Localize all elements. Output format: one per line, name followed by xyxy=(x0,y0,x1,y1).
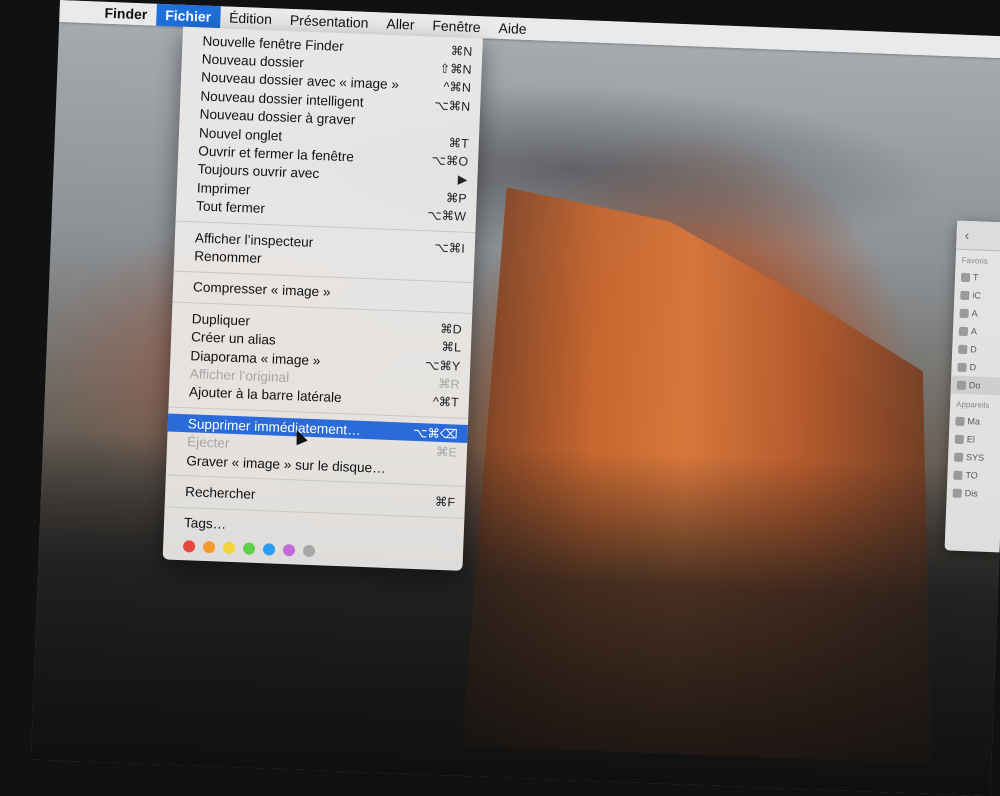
tag-color-dot[interactable] xyxy=(282,543,296,557)
menu-item-label: Dupliquer xyxy=(191,311,251,329)
menu-item-label: Ajouter à la barre latérale xyxy=(188,384,342,406)
tag-color-dot[interactable] xyxy=(302,544,316,558)
sidebar-item-icon xyxy=(960,272,971,282)
finder-toolbar: ‹ xyxy=(956,220,1000,252)
menu-item-shortcut: ⌥⌘⌫ xyxy=(412,425,458,442)
sidebar-item-label: iC xyxy=(972,290,982,301)
menu-app-name[interactable]: Finder xyxy=(95,1,157,25)
menu-item-shortcut: ⌥⌘N xyxy=(434,98,471,114)
menu-fichier[interactable]: Fichier xyxy=(155,3,221,29)
sidebar-item-label: T xyxy=(972,272,979,283)
sidebar-item-label: A xyxy=(971,308,978,319)
tag-color-dot[interactable] xyxy=(262,543,276,556)
sidebar-item-icon xyxy=(958,344,968,354)
sidebar-item-icon xyxy=(956,380,967,390)
sidebar-item[interactable]: Dis xyxy=(946,483,1000,503)
menu-aide[interactable]: Aide xyxy=(489,17,536,41)
menu-item-shortcut: ⌥⌘I xyxy=(434,240,466,256)
sidebar-item[interactable]: SYS xyxy=(948,447,1000,467)
menu-item-shortcut: ⌘E xyxy=(435,444,458,460)
menu-item-label: Imprimer xyxy=(196,180,251,198)
menu-item-label: Nouvel onglet xyxy=(198,125,283,144)
menu-item-label: Rechercher xyxy=(184,484,256,502)
sidebar-item-label: Dis xyxy=(964,488,978,499)
sidebar-item-icon xyxy=(958,326,969,336)
sidebar-item[interactable]: D xyxy=(951,358,1000,378)
menu-item-shortcut: ⌘L xyxy=(441,340,462,355)
menu-item-shortcut: ⌘N xyxy=(450,43,473,59)
menu-item-shortcut: ⇧⌘N xyxy=(439,61,472,77)
sidebar-item[interactable]: D xyxy=(952,340,1000,360)
menu-item-label: Tout fermer xyxy=(195,198,266,217)
tag-color-dot[interactable] xyxy=(202,540,216,554)
menu-item-label: Nouveau dossier xyxy=(201,51,305,71)
sidebar-item[interactable]: A xyxy=(953,322,1000,342)
sidebar-item-icon xyxy=(952,488,962,498)
menu-item-label: Compresser « image » xyxy=(192,279,331,300)
sidebar-item-icon xyxy=(953,452,964,462)
menu-item-shortcut: ⌘F xyxy=(434,494,456,510)
menu-item-shortcut: ⌘R xyxy=(437,376,460,392)
menu-item-shortcut: ⌘T xyxy=(448,135,470,151)
menu-item-shortcut: ⌘P xyxy=(445,190,467,206)
sidebar-item[interactable]: Ma xyxy=(949,411,1000,431)
sidebar-item-icon xyxy=(959,308,969,318)
menu-item-label: Éjecter xyxy=(186,434,230,451)
apple-logo-icon[interactable] xyxy=(59,0,96,23)
sidebar-item[interactable]: A xyxy=(953,304,1000,324)
menu-item-shortcut: ⌥⌘W xyxy=(427,208,467,224)
menu-item-shortcut: ^⌘N xyxy=(443,80,472,96)
sidebar-favorites-list: TiC A A D D Do xyxy=(950,268,1000,396)
sidebar-item-icon xyxy=(954,434,964,444)
file-menu-dropdown: Nouvelle fenêtre Finder ⌘N Nouveau dossier… xyxy=(162,26,483,571)
sidebar-item[interactable]: El xyxy=(948,429,1000,449)
submenu-arrow-icon: ▶ xyxy=(457,172,468,188)
menu-item-shortcut: ⌥⌘Y xyxy=(424,357,461,374)
sidebar-item[interactable]: Do xyxy=(950,375,1000,396)
back-icon[interactable]: ‹ xyxy=(964,227,969,243)
menu-item-label: Tags… xyxy=(183,515,227,533)
sidebar-item-icon xyxy=(955,416,965,426)
sidebar-item-label: El xyxy=(966,434,976,445)
menu-aller[interactable]: Aller xyxy=(377,12,424,36)
menu-item-label: Créer un alias xyxy=(190,329,277,348)
menu-fenetre[interactable]: Fenêtre xyxy=(423,14,490,39)
sidebar-item-label: SYS xyxy=(965,452,985,463)
sidebar-item[interactable]: iC xyxy=(954,286,1000,306)
sidebar-devices-list: Ma El SYS TO Dis xyxy=(946,411,1000,503)
tag-color-dot[interactable] xyxy=(242,542,256,555)
screen: Finder Fichier Édition Présentation Alle… xyxy=(30,0,1000,796)
sidebar-item-label: D xyxy=(970,344,977,355)
sidebar-item[interactable]: TO xyxy=(947,465,1000,485)
sidebar-item-icon xyxy=(953,470,963,480)
menu-item-shortcut: ⌘D xyxy=(439,321,462,337)
sidebar-item-label: A xyxy=(970,326,978,337)
menu-item-label: Afficher l’original xyxy=(189,366,290,386)
menu-item-label: Renommer xyxy=(193,248,262,266)
sidebar-item[interactable]: T xyxy=(955,268,1000,288)
tag-color-dot[interactable] xyxy=(222,541,236,555)
sidebar-item-label: Ma xyxy=(967,416,981,427)
tag-color-dot[interactable] xyxy=(182,540,196,553)
sidebar-item-label: TO xyxy=(965,470,978,481)
menu-item-shortcut: ^⌘T xyxy=(432,394,460,410)
sidebar-devices-header: Appareils xyxy=(955,399,990,410)
menu-edition[interactable]: Édition xyxy=(220,6,282,30)
sidebar-item-icon xyxy=(957,362,967,372)
sidebar-item-icon xyxy=(960,290,970,300)
sidebar-item-label: D xyxy=(969,362,977,373)
sidebar-item-label: Do xyxy=(968,380,981,391)
menu-item-shortcut: ⌥⌘O xyxy=(431,153,469,169)
